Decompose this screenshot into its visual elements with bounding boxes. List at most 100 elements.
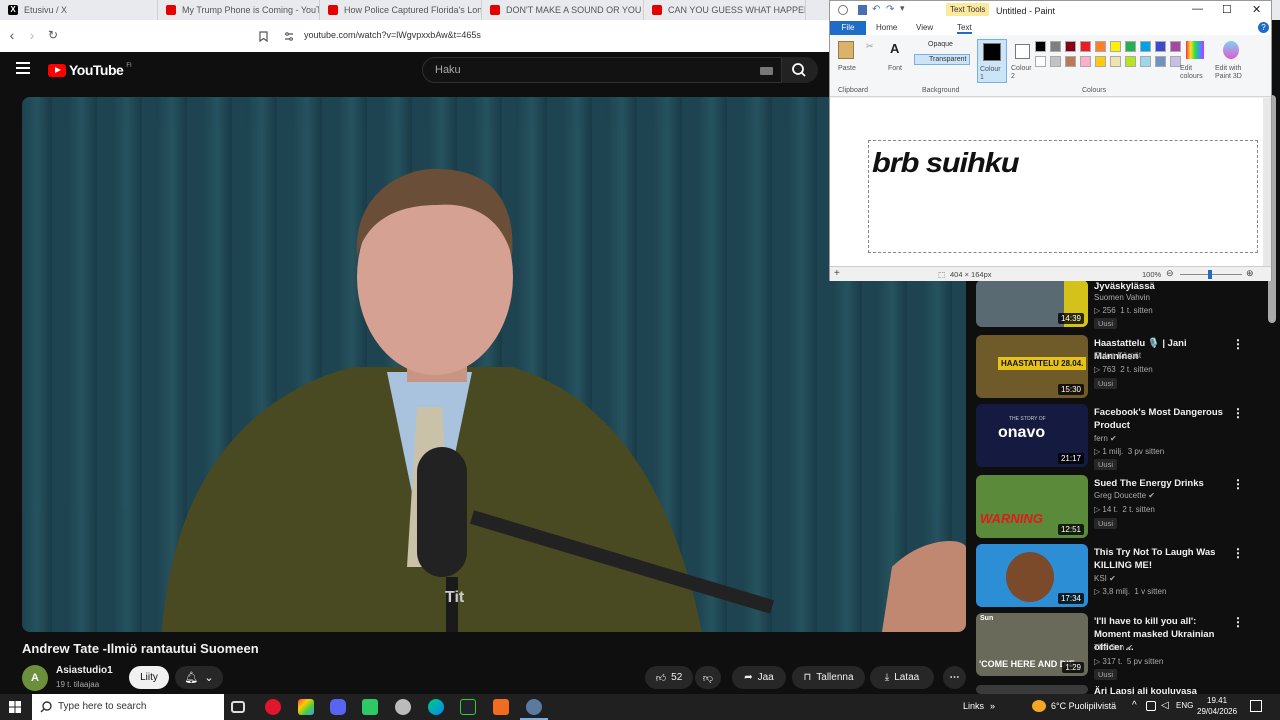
tab-text[interactable]: Text bbox=[957, 23, 972, 34]
help-icon[interactable]: ? bbox=[1258, 22, 1269, 33]
edit-colours-icon[interactable] bbox=[1186, 41, 1204, 59]
app-icon[interactable] bbox=[460, 699, 476, 715]
download-button[interactable]: ⤓ Lataa bbox=[870, 666, 934, 689]
like-button[interactable]: 👍︎ 52 bbox=[645, 666, 693, 689]
paste-icon[interactable] bbox=[838, 41, 854, 59]
palette-swatch[interactable] bbox=[1125, 41, 1136, 52]
browser-tab[interactable]: How Police Captured Florida's Long bbox=[320, 0, 482, 20]
paint-canvas[interactable]: brb suihku bbox=[830, 98, 1263, 266]
palette-swatch[interactable] bbox=[1140, 41, 1151, 52]
discord-icon[interactable] bbox=[330, 699, 346, 715]
opaque-option[interactable]: Opaque bbox=[914, 41, 970, 51]
paint3d-label[interactable]: Edit with Paint 3D bbox=[1215, 65, 1255, 81]
cut-icon[interactable]: ✂ bbox=[866, 41, 874, 52]
site-info-icon[interactable] bbox=[284, 32, 294, 41]
app-icon[interactable] bbox=[362, 699, 378, 715]
font-label[interactable]: Font bbox=[888, 65, 902, 72]
zoom-in-icon[interactable]: ⊕ bbox=[1246, 268, 1254, 279]
recommendation-item[interactable]: HAASTATTELU 28.04. 15:30 Haastattelu 🎙️ … bbox=[976, 335, 1266, 399]
windows-start-icon[interactable] bbox=[9, 701, 21, 713]
menu-icon[interactable] bbox=[16, 62, 30, 74]
canvas-scrollbar[interactable] bbox=[1263, 98, 1271, 266]
app-icon[interactable] bbox=[395, 699, 411, 715]
palette-swatch[interactable] bbox=[1125, 56, 1136, 67]
tray-chevron-icon[interactable]: ^ bbox=[1132, 700, 1137, 711]
maximize-icon[interactable]: ☐ bbox=[1222, 3, 1232, 16]
app-icon[interactable] bbox=[298, 699, 314, 715]
more-icon[interactable]: ⋮ bbox=[1232, 546, 1244, 560]
tab-file[interactable]: File bbox=[830, 21, 866, 35]
clock-time[interactable]: 19.41 bbox=[1207, 696, 1227, 705]
palette-swatch[interactable] bbox=[1155, 56, 1166, 67]
chevron-icon[interactable]: » bbox=[990, 701, 995, 711]
paste-label[interactable]: Paste bbox=[838, 65, 856, 72]
network-icon[interactable] bbox=[1146, 701, 1156, 711]
palette-swatch[interactable] bbox=[1170, 41, 1181, 52]
palette-swatch[interactable] bbox=[1065, 56, 1076, 67]
tab-view[interactable]: View bbox=[916, 23, 933, 32]
palette-swatch[interactable] bbox=[1050, 56, 1061, 67]
zoom-slider-thumb[interactable] bbox=[1208, 270, 1212, 279]
colour2-button[interactable]: Colour 2 bbox=[1011, 39, 1037, 83]
more-icon[interactable]: ⋮ bbox=[1232, 337, 1244, 351]
youtube-logo[interactable]: YouTube FI bbox=[48, 62, 132, 78]
transparent-option[interactable]: Transparent bbox=[914, 54, 970, 65]
url-field[interactable]: youtube.com/watch?v=lWgvpxxbAw&t=465s bbox=[304, 30, 481, 40]
palette-swatch[interactable] bbox=[1065, 41, 1076, 52]
palette-swatch[interactable] bbox=[1110, 56, 1121, 67]
minimize-icon[interactable]: — bbox=[1192, 3, 1203, 15]
channel-name[interactable]: Asiastudio1 bbox=[56, 665, 113, 676]
canvas-text[interactable]: brb suihku bbox=[872, 147, 1020, 179]
taskbar-search-input[interactable]: Type here to search bbox=[32, 694, 224, 720]
browser-tab[interactable]: My Trump Phone is Coming - YouTu bbox=[158, 0, 320, 20]
more-icon[interactable]: ⋮ bbox=[1232, 406, 1244, 420]
save-icon[interactable] bbox=[858, 5, 867, 15]
edge-icon[interactable] bbox=[428, 699, 444, 715]
recommendation-item[interactable]: WARNING 12:51 Sued The Energy Drinks Gre… bbox=[976, 475, 1266, 539]
tab-home[interactable]: Home bbox=[876, 23, 897, 32]
taskbar-links[interactable]: Links bbox=[963, 701, 984, 711]
palette-swatch[interactable] bbox=[1080, 56, 1091, 67]
share-button[interactable]: ➦ Jaa bbox=[732, 666, 786, 689]
search-input[interactable]: Haku bbox=[422, 57, 782, 83]
avatar[interactable]: A bbox=[22, 665, 48, 691]
forward-icon[interactable]: › bbox=[22, 27, 42, 43]
more-icon[interactable]: ⋮ bbox=[1232, 477, 1244, 491]
palette-swatch[interactable] bbox=[1095, 41, 1106, 52]
volume-icon[interactable]: ◁ bbox=[1161, 700, 1169, 711]
paint-taskbar-icon[interactable] bbox=[526, 699, 542, 715]
close-icon[interactable]: ✕ bbox=[1252, 3, 1261, 16]
notification-icon[interactable] bbox=[1250, 700, 1262, 712]
palette-swatch[interactable] bbox=[1035, 56, 1046, 67]
join-button[interactable]: Liity bbox=[129, 666, 169, 689]
video-player[interactable]: Tit bbox=[22, 97, 966, 632]
dislike-button[interactable]: 👎︎ bbox=[695, 666, 721, 689]
paint3d-icon[interactable] bbox=[1223, 41, 1239, 59]
font-icon[interactable]: A bbox=[890, 41, 899, 56]
palette-swatch[interactable] bbox=[1155, 41, 1166, 52]
brave-icon[interactable] bbox=[493, 699, 509, 715]
recommendation-item[interactable]: Sun 'COME HERE AND DIE 1:29 'I'll have t… bbox=[976, 613, 1266, 680]
recommendation-item[interactable]: Äri Lapsi ali kouluvasa bbox=[976, 685, 1266, 694]
clock-date[interactable]: 29/04/2026 bbox=[1197, 707, 1237, 716]
palette-swatch[interactable] bbox=[1095, 56, 1106, 67]
more-icon[interactable]: ⋮ bbox=[1232, 615, 1244, 629]
recommendation-item[interactable]: THE STORY OF onavo 21:17 Facebook's Most… bbox=[976, 404, 1266, 470]
language-indicator[interactable]: ENG bbox=[1176, 701, 1193, 710]
palette-swatch[interactable] bbox=[1110, 41, 1121, 52]
browser-tab[interactable]: DON'T MAKE A SOUND OR YOU DI bbox=[482, 0, 644, 20]
reload-icon[interactable]: ↻ bbox=[43, 28, 63, 42]
more-actions-button[interactable]: ⋯ bbox=[943, 666, 966, 689]
back-icon[interactable]: ‹ bbox=[2, 27, 22, 43]
search-button[interactable] bbox=[782, 57, 818, 83]
weather-text[interactable]: 6°C Puolipilvistä bbox=[1051, 701, 1116, 711]
zoom-out-icon[interactable]: ⊖ bbox=[1166, 268, 1174, 279]
palette-swatch[interactable] bbox=[1035, 41, 1046, 52]
palette-swatch[interactable] bbox=[1080, 41, 1091, 52]
redo-icon[interactable]: ↷ bbox=[886, 4, 894, 15]
browser-tab[interactable]: CAN YOU GUESS WHAT HAPPENS N bbox=[644, 0, 806, 20]
colour1-button[interactable]: Colour 1 bbox=[977, 39, 1007, 83]
opera-icon[interactable] bbox=[265, 699, 281, 715]
undo-icon[interactable]: ↶ bbox=[872, 4, 880, 15]
quick-access-dropdown-icon[interactable]: ▾ bbox=[900, 3, 905, 14]
